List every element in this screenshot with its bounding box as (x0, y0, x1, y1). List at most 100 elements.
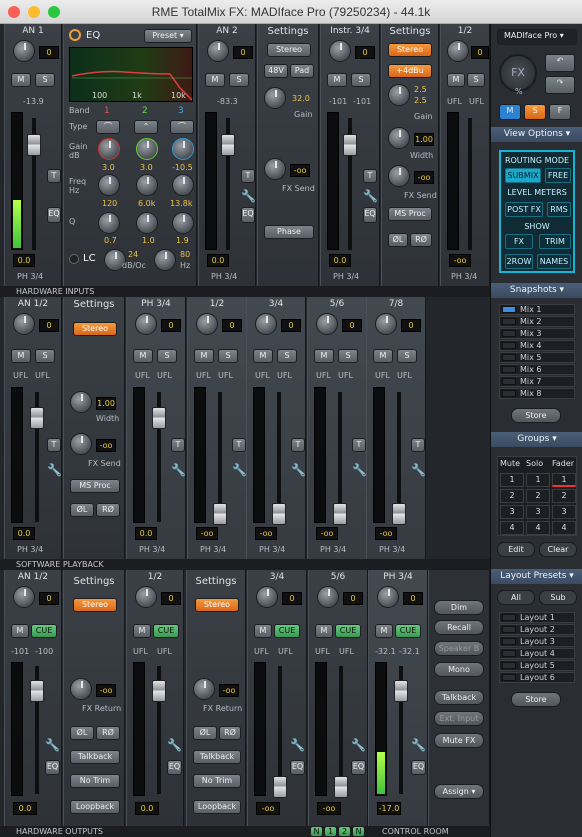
phase-right-button[interactable]: RØ (410, 233, 432, 247)
trim-button[interactable]: T (47, 169, 61, 183)
postfx-button[interactable]: POST FX (505, 202, 543, 217)
phase-left-button[interactable]: ØL (193, 726, 217, 740)
channel-name[interactable]: AN 1 (5, 26, 61, 36)
fxsend-knob[interactable] (264, 158, 286, 180)
volume-fader[interactable] (333, 503, 347, 525)
mute-button[interactable]: M (11, 349, 31, 363)
volume-fader[interactable] (152, 680, 166, 702)
gain-knob[interactable] (135, 313, 157, 335)
eq-button[interactable]: EQ (411, 760, 426, 775)
volume-fader[interactable] (30, 680, 44, 702)
extinput-button[interactable]: Ext. Input (434, 711, 484, 726)
phase-right-button[interactable]: RØ (96, 726, 120, 740)
mute-button[interactable]: M (133, 349, 153, 363)
pad-button[interactable]: Pad (290, 64, 314, 78)
phase-button[interactable]: Phase (264, 225, 314, 239)
trim-button[interactable]: T (232, 438, 246, 452)
trim-button[interactable]: T (363, 169, 377, 183)
band3-q-knob[interactable] (172, 212, 194, 234)
groups-edit-button[interactable]: Edit (497, 542, 535, 557)
group-cell[interactable]: 4 (500, 521, 524, 535)
snapshot-store-button[interactable]: Store (511, 408, 561, 423)
show-names-button[interactable]: NAMES (537, 254, 571, 269)
channel-name[interactable]: AN 1/2 (5, 572, 61, 582)
mute-button[interactable]: M (253, 349, 273, 363)
submix-label[interactable]: PH 3/4 (17, 545, 43, 554)
cue-button[interactable]: CUE (31, 624, 57, 638)
speakerb-button[interactable]: Speaker B (434, 641, 484, 656)
wrench-icon[interactable]: 🔧 (291, 463, 306, 477)
assign-dropdown[interactable]: Assign ▾ (434, 784, 484, 799)
notrim-button[interactable]: No Trim (193, 774, 241, 788)
undo-icon[interactable]: ↶ (545, 54, 575, 72)
layout-item[interactable]: Layout 5 (499, 660, 575, 671)
eq-graph[interactable]: 100 1k 10k (69, 47, 193, 102)
mute-button[interactable]: M (11, 624, 29, 638)
group-cell[interactable]: 3 (500, 505, 524, 519)
show-fx-button[interactable]: FX (505, 234, 533, 249)
stereo-button[interactable]: Stereo (267, 43, 311, 57)
mute-button[interactable]: M (314, 349, 334, 363)
gain-knob[interactable] (255, 313, 277, 335)
layout-sub-button[interactable]: Sub (539, 590, 577, 605)
cue-button[interactable]: CUE (153, 624, 179, 638)
mute-button[interactable]: M (447, 73, 465, 87)
loopback-button[interactable]: Loopback (70, 800, 120, 814)
channel-name[interactable]: 1/2 (127, 572, 183, 582)
band2-freq-knob[interactable] (136, 174, 158, 196)
eq-button[interactable]: EQ (241, 207, 255, 223)
device-dropdown[interactable]: MADIface Pro ▾ (497, 29, 577, 45)
band1-gain-knob[interactable] (98, 138, 120, 160)
wrench-icon[interactable]: 🔧 (171, 463, 186, 477)
msproc-button[interactable]: MS Proc (388, 207, 432, 221)
channel-name[interactable]: 1/2 (188, 299, 246, 309)
channel-name[interactable]: 3/4 (248, 572, 306, 582)
fxreturn-knob[interactable] (70, 678, 92, 700)
trim-button[interactable]: T (171, 438, 185, 452)
width-knob[interactable] (388, 127, 410, 149)
band3-freq-knob[interactable] (172, 174, 194, 196)
layout-presets-header[interactable]: Layout Presets ▾ (491, 569, 582, 584)
solo-button[interactable]: S (35, 73, 55, 87)
gain-knob[interactable] (196, 313, 218, 335)
wrench-icon[interactable]: 🔧 (45, 738, 60, 752)
trim-button[interactable]: T (47, 438, 61, 452)
trim-button[interactable]: T (352, 438, 366, 452)
band2-gain-knob[interactable] (136, 138, 158, 160)
phase-right-button[interactable]: RØ (219, 726, 241, 740)
mutefx-button[interactable]: Mute FX (434, 733, 484, 748)
phase-left-button[interactable]: ØL (70, 726, 94, 740)
mono-button[interactable]: Mono (434, 662, 484, 677)
channel-name[interactable]: PH 3/4 (127, 299, 185, 309)
show-2row-button[interactable]: 2ROW (505, 254, 533, 269)
fxsend-knob[interactable] (70, 433, 92, 455)
eq-button[interactable]: EQ (290, 760, 305, 775)
bottom-tab-3[interactable]: 2 (338, 826, 351, 837)
solo-button[interactable]: S (351, 73, 371, 87)
gain-knob[interactable] (317, 586, 339, 608)
gain-knob[interactable] (264, 87, 286, 109)
wrench-icon[interactable]: 🔧 (232, 463, 247, 477)
software-playback-label[interactable]: SOFTWARE PLAYBACK (0, 559, 490, 570)
wrench-icon[interactable]: 🔧 (352, 463, 367, 477)
wrench-icon[interactable]: 🔧 (363, 189, 378, 203)
solo-button[interactable]: S (35, 349, 55, 363)
gain-knob[interactable] (316, 313, 338, 335)
submix-button[interactable]: SUBMIX (505, 168, 541, 183)
trim-button[interactable]: T (291, 438, 305, 452)
wrench-icon[interactable]: 🔧 (167, 738, 182, 752)
snapshot-item[interactable]: Mix 5 (499, 352, 575, 363)
eq-button[interactable]: EQ (351, 760, 366, 775)
mode-m-button[interactable]: M (499, 104, 521, 120)
group-cell[interactable]: 1 (552, 473, 576, 487)
volume-fader[interactable] (394, 680, 408, 702)
wrench-icon[interactable]: 🔧 (411, 738, 426, 752)
volume-fader[interactable] (392, 503, 406, 525)
layout-item[interactable]: Layout 4 (499, 648, 575, 659)
gain-knob[interactable] (13, 40, 35, 62)
wrench-icon[interactable]: 🔧 (47, 463, 62, 477)
mute-button[interactable]: M (133, 624, 151, 638)
free-button[interactable]: FREE (545, 168, 571, 183)
talkback-button[interactable]: Talkback (193, 750, 241, 764)
snapshot-item[interactable]: Mix 8 (499, 388, 575, 399)
